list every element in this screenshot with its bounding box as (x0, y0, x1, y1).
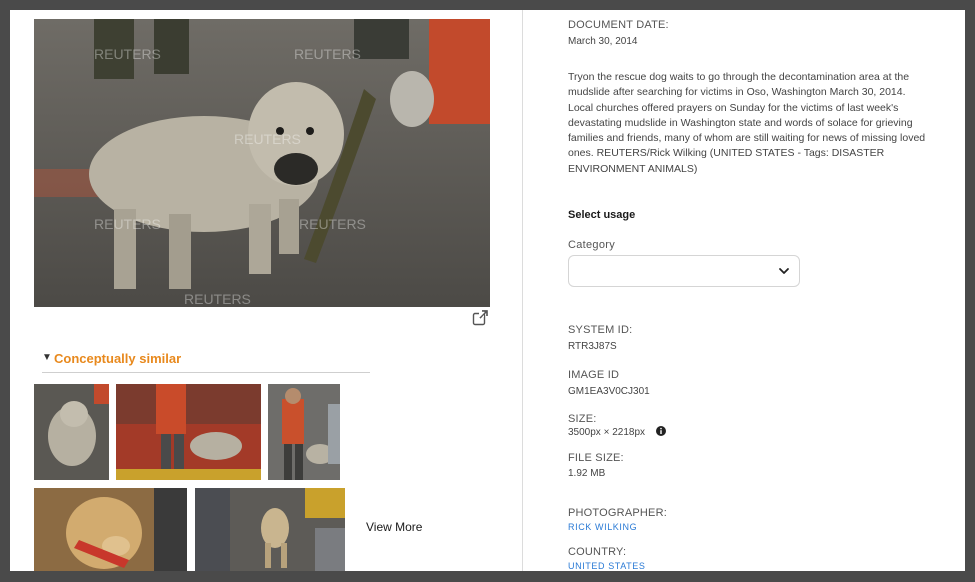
similar-thumbnail[interactable] (34, 384, 109, 480)
image-id-value: GM1EA3V0CJ301 (568, 386, 650, 397)
size-value: 3500px × 2218px (568, 427, 646, 438)
external-link-icon[interactable] (472, 310, 488, 326)
image-detail-panel: REUTERS REUTERS REUTERS REUTERS REUTERS … (10, 10, 965, 571)
image-description: Tryon the rescue dog waits to go through… (568, 71, 926, 175)
watermark: REUTERS (299, 216, 366, 232)
watermark: REUTERS (294, 46, 361, 62)
category-label: Category (568, 239, 616, 251)
select-usage-heading: Select usage (568, 209, 636, 221)
main-photo-image: REUTERS REUTERS REUTERS REUTERS REUTERS … (34, 19, 490, 307)
view-more-link[interactable]: View More (366, 520, 422, 534)
similar-thumbnail[interactable] (116, 384, 261, 480)
thumbnail-image (116, 384, 261, 480)
system-id-label: SYSTEM ID: (568, 324, 633, 336)
main-photo[interactable]: REUTERS REUTERS REUTERS REUTERS REUTERS … (34, 19, 490, 307)
caret-down-icon: ▼ (42, 352, 52, 363)
similar-thumbnail[interactable] (34, 488, 187, 571)
country-label: COUNTRY: (568, 546, 627, 558)
thumbnail-image (195, 488, 345, 571)
watermark: REUTERS (234, 131, 301, 147)
photographer-label: PHOTOGRAPHER: (568, 507, 667, 519)
watermark: REUTERS (184, 291, 251, 307)
similar-thumbnail[interactable] (195, 488, 345, 571)
image-id-label: IMAGE ID (568, 369, 620, 381)
country-link[interactable]: UNITED STATES (568, 561, 645, 571)
file-size-value: 1.92 MB (568, 468, 606, 479)
chevron-down-icon (779, 268, 789, 274)
file-size-label: FILE SIZE: (568, 452, 624, 464)
system-id-value: RTR3J87S (568, 341, 617, 352)
document-date-value: March 30, 2014 (568, 36, 638, 47)
similar-section-header[interactable]: ▼ Conceptually similar (42, 351, 370, 373)
photographer-link[interactable]: RICK WILKING (568, 522, 637, 532)
size-label: SIZE: (568, 413, 597, 425)
similar-section-title: Conceptually similar (54, 351, 182, 366)
similar-thumbnail[interactable] (268, 384, 340, 480)
document-date-label: DOCUMENT DATE: (568, 19, 669, 31)
thumbnail-image (34, 488, 187, 571)
column-divider (522, 10, 523, 571)
watermark: REUTERS (94, 46, 161, 62)
info-icon[interactable] (656, 426, 666, 436)
watermark: REUTERS (94, 216, 161, 232)
thumbnail-image (34, 384, 109, 480)
thumbnail-image (268, 384, 340, 480)
category-select[interactable] (568, 255, 800, 287)
